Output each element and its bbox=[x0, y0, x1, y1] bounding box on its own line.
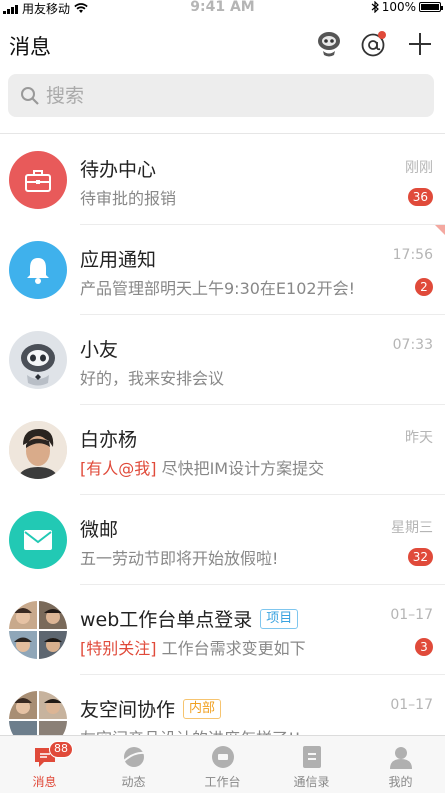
search-input[interactable] bbox=[46, 84, 406, 107]
briefcase-icon bbox=[25, 170, 51, 192]
conversation-name: web工作台单点登录 项目 bbox=[80, 605, 299, 632]
conversation-preview: 五一劳动节即将开始放假啦! bbox=[80, 549, 279, 568]
conversation-time: 01–17 bbox=[390, 697, 433, 713]
mentions-button[interactable] bbox=[360, 30, 388, 58]
conversation-time: 星期三 bbox=[391, 520, 433, 536]
conversation-time: 01–17 bbox=[390, 607, 433, 623]
workbench-icon bbox=[211, 746, 234, 768]
robot-icon bbox=[318, 32, 340, 57]
add-button[interactable] bbox=[406, 30, 434, 58]
battery-percent: 100% bbox=[381, 0, 416, 14]
conversation-preview: [有人@我] 尽快把IM设计方案提交 bbox=[80, 459, 325, 478]
internal-tag: 内部 bbox=[183, 698, 222, 719]
tab-workbench[interactable]: 工作台 bbox=[178, 736, 267, 793]
conversation-row-xiaoyou[interactable]: 小友 好的，我来安排会议 07:33 bbox=[0, 315, 445, 405]
unread-badge: 36 bbox=[407, 188, 433, 206]
bell-icon bbox=[27, 258, 49, 284]
conversation-row-todo[interactable]: 待办中心 待审批的报销 刚刚 36 bbox=[0, 135, 445, 225]
robot-face-icon bbox=[21, 344, 55, 386]
plus-icon bbox=[409, 33, 431, 55]
conversation-row-app-notice[interactable]: 应用通知 产品管理部明天上午9:30在E102开会! 17:56 2 bbox=[0, 225, 445, 315]
tab-moments[interactable]: 动态 bbox=[89, 736, 178, 793]
at-icon bbox=[361, 31, 386, 57]
divider bbox=[0, 133, 445, 134]
conversation-time: 刚刚 bbox=[405, 160, 433, 176]
conversation-preview: [特别关注] 工作台需求变更如下 bbox=[80, 639, 306, 658]
battery-icon bbox=[419, 2, 443, 12]
profile-icon bbox=[389, 747, 412, 769]
robot-avatar bbox=[9, 331, 67, 389]
tab-messages[interactable]: 88 消息 bbox=[0, 736, 89, 793]
conversation-preview: 好的，我来安排会议 bbox=[80, 369, 225, 388]
conversation-name: 白亦杨 bbox=[80, 429, 138, 451]
unread-badge: 2 bbox=[415, 278, 433, 296]
tab-label: 消息 bbox=[32, 775, 57, 789]
search-bar[interactable] bbox=[8, 74, 434, 117]
status-bar: 用友移动 9:41 AM 100% bbox=[0, 0, 445, 16]
mail-avatar bbox=[9, 511, 67, 569]
conversation-name: 应用通知 bbox=[80, 249, 157, 271]
conversation-row-web-workbench[interactable]: web工作台单点登录 项目 [特别关注] 工作台需求变更如下 01–17 3 bbox=[0, 585, 445, 675]
bottom-tab-bar: 88 消息 动态 工作台 通信录 我的 bbox=[0, 735, 445, 793]
project-tag: 项目 bbox=[260, 608, 299, 629]
battery-group: 100% bbox=[371, 0, 443, 14]
tab-label: 我的 bbox=[388, 775, 413, 789]
tab-label: 工作台 bbox=[204, 775, 241, 789]
mention-highlight: [有人@我] bbox=[80, 459, 157, 478]
tab-label: 通信录 bbox=[293, 775, 330, 789]
conversation-name: 待办中心 bbox=[80, 159, 157, 181]
conversation-time: 07:33 bbox=[392, 337, 433, 353]
tab-profile[interactable]: 我的 bbox=[356, 736, 445, 793]
mail-icon bbox=[24, 530, 52, 550]
app-notice-avatar bbox=[9, 241, 67, 299]
unread-badge: 3 bbox=[415, 638, 433, 656]
planet-icon bbox=[122, 747, 144, 767]
conversation-row-bai-yiyang[interactable]: 白亦杨 [有人@我] 尽快把IM设计方案提交 昨天 bbox=[0, 405, 445, 495]
tab-label: 动态 bbox=[121, 775, 146, 789]
search-icon bbox=[21, 86, 39, 105]
contacts-icon bbox=[302, 746, 321, 768]
pinned-corner-mark bbox=[435, 225, 445, 235]
conversation-name: 小友 bbox=[80, 339, 119, 361]
tab-contacts[interactable]: 通信录 bbox=[267, 736, 356, 793]
conversation-row-weiyou[interactable]: 微邮 五一劳动节即将开始放假啦! 星期三 32 bbox=[0, 495, 445, 585]
conversation-name: 友空间协作 内部 bbox=[80, 695, 222, 722]
conversation-preview: 产品管理部明天上午9:30在E102开会! bbox=[80, 279, 355, 298]
group-photo bbox=[9, 601, 67, 659]
conversation-name: 微邮 bbox=[80, 519, 119, 541]
person-photo bbox=[9, 421, 67, 479]
page-title: 消息 bbox=[9, 35, 51, 59]
user-photo-avatar bbox=[9, 421, 67, 479]
robot-assistant-button[interactable] bbox=[314, 29, 344, 59]
nav-header: 消息 bbox=[0, 22, 445, 68]
conversation-list: 待办中心 待审批的报销 刚刚 36 应用通知 产品管理部明天上午9:30在E10… bbox=[0, 135, 445, 765]
todo-avatar bbox=[9, 151, 67, 209]
conversation-preview: 待审批的报销 bbox=[80, 189, 177, 208]
unread-badge: 32 bbox=[407, 548, 433, 566]
tab-unread-badge: 88 bbox=[49, 741, 73, 758]
follow-highlight: [特别关注] bbox=[80, 639, 157, 658]
conversation-time: 17:56 bbox=[392, 247, 433, 263]
conversation-time: 昨天 bbox=[405, 430, 433, 446]
group-avatar bbox=[9, 601, 67, 659]
bluetooth-icon bbox=[371, 1, 379, 13]
